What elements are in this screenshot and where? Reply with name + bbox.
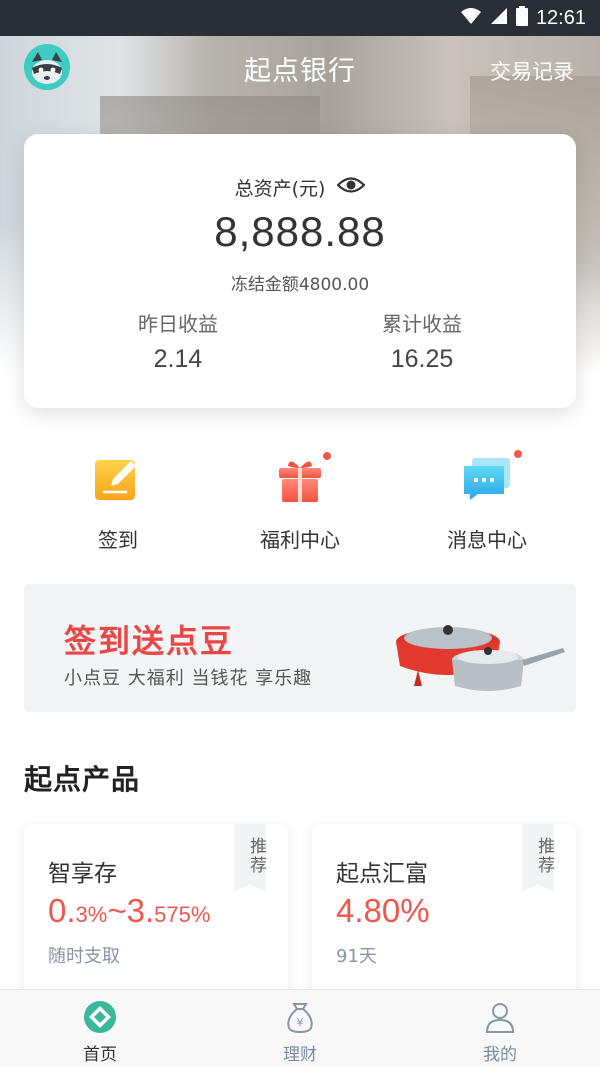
yesterday-earnings-label: 昨日收益 [138, 312, 218, 336]
gift-icon [275, 450, 333, 504]
tab-home-label: 首页 [83, 1045, 117, 1065]
signal-icon [490, 7, 508, 29]
money-bag-icon: ¥ [283, 1000, 317, 1034]
checkin-label: 签到 [98, 528, 138, 552]
notification-dot [512, 448, 524, 460]
edit-icon [93, 454, 143, 504]
top-nav: 起点银行 交易记录 [0, 36, 600, 100]
message-center-button[interactable]: 消息中心 [407, 448, 567, 553]
message-icon [462, 448, 524, 504]
raccoon-icon [24, 44, 70, 90]
cumulative-earnings-label: 累计收益 [382, 312, 462, 336]
tab-mine[interactable]: 我的 [440, 1000, 560, 1065]
tab-mine-label: 我的 [483, 1045, 517, 1065]
yesterday-earnings-value: 2.14 [153, 345, 203, 373]
battery-icon [515, 6, 528, 30]
product-rate: 4.80% [336, 892, 430, 929]
trade-records-link[interactable]: 交易记录 [490, 56, 574, 86]
svg-text:¥: ¥ [297, 1016, 304, 1029]
checkin-button[interactable]: 签到 [38, 448, 198, 553]
banner-title: 签到送点豆 [64, 622, 235, 660]
quick-actions: 签到 福利中心 消息中心 [0, 448, 600, 558]
total-assets-value: 8,888.88 [214, 208, 386, 255]
product-desc: 91天 [336, 946, 377, 967]
products-section-title: 起点产品 [24, 763, 141, 796]
page-title: 起点银行 [244, 55, 356, 87]
recommend-tag: 推荐 [234, 824, 266, 892]
product-name: 起点汇富 [336, 861, 428, 887]
cumulative-earnings-value: 16.25 [390, 345, 454, 373]
frozen-amount: 冻结金额4800.00 [230, 275, 370, 295]
product-name: 智享存 [48, 861, 117, 887]
tab-finance[interactable]: ¥ 理财 [240, 1000, 360, 1065]
cookware-image [388, 604, 568, 694]
product-card[interactable]: 推荐 智享存 0.3%~3.575% 随时支取 [24, 824, 288, 994]
checkin-promo-banner[interactable]: 签到送点豆 小点豆 大福利 当钱花 享乐趣 [24, 584, 576, 712]
clock: 12:61 [535, 6, 586, 29]
wifi-icon [460, 7, 482, 29]
avatar[interactable] [24, 44, 70, 90]
product-card[interactable]: 推荐 起点汇富 4.80% 91天 [312, 824, 576, 994]
bottom-nav: 首页 ¥ 理财 我的 [0, 989, 600, 1067]
eye-icon[interactable] [336, 176, 366, 199]
product-desc: 随时支取 [48, 946, 120, 967]
message-center-label: 消息中心 [447, 528, 527, 552]
welfare-center-button[interactable]: 福利中心 [220, 448, 380, 553]
recommend-tag: 推荐 [522, 824, 554, 892]
product-rate: 0.3%~3.575% [48, 892, 211, 929]
yesterday-earnings[interactable]: 昨日收益 2.14 [78, 308, 278, 374]
tab-finance-label: 理财 [283, 1045, 317, 1065]
cumulative-earnings[interactable]: 累计收益 16.25 [322, 308, 522, 374]
tab-home[interactable]: 首页 [40, 1000, 160, 1065]
profile-icon [483, 1000, 517, 1034]
status-bar: 12:61 [0, 0, 600, 36]
banner-subtitle: 小点豆 大福利 当钱花 享乐趣 [64, 668, 313, 689]
notification-dot [321, 450, 333, 462]
total-assets-label: 总资产(元) [234, 178, 326, 200]
home-icon [83, 1000, 117, 1034]
asset-card: 总资产(元) 8,888.88 冻结金额4800.00 昨日收益 2.14 累计… [24, 134, 576, 408]
welfare-center-label: 福利中心 [260, 528, 340, 552]
total-assets-row: 总资产(元) [24, 174, 576, 201]
